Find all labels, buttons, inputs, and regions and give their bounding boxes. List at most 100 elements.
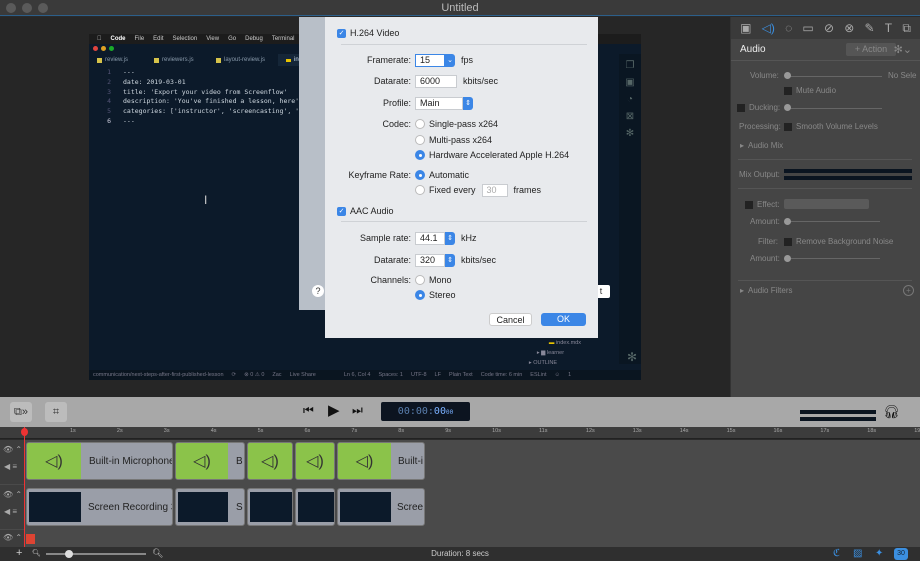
image-icon[interactable]: ▨ <box>853 548 862 559</box>
fps-badge[interactable]: 30 <box>894 548 908 560</box>
playhead[interactable] <box>24 427 25 547</box>
timer-icon[interactable]: ◌ <box>785 21 792 35</box>
timeline-tracks[interactable]: 👁︎ ⌃ ◀ ≡ 👁︎ ⌃ ◀ ≡ 👁︎ ⌃ ◁) Built-in Micropho… <box>0 440 920 547</box>
channels-mono-radio[interactable]: Mono <box>415 275 452 285</box>
smooth-volume-checkbox[interactable]: Smooth Volume Levels <box>784 122 878 131</box>
ruler-tick: 10s <box>492 428 501 434</box>
ruler-tick: 18s <box>867 428 877 434</box>
playhead-handle[interactable] <box>21 428 28 436</box>
framerate-row: Framerate: 15 ⌄ fps <box>366 53 474 67</box>
mute-audio-checkbox[interactable]: Mute Audio <box>784 86 836 95</box>
codec-multi-pass-radio[interactable]: Multi-pass x264 <box>415 135 492 145</box>
text-icon[interactable]: T <box>885 21 892 35</box>
visibility-eye-icon[interactable]: 👁︎ ⌃ <box>0 485 24 499</box>
annotation-icon[interactable]: ✎ <box>865 21 875 35</box>
ducking-checkbox[interactable]: Ducking: <box>737 103 780 112</box>
speaker-icon[interactable]: ◀ ≡ <box>0 499 24 516</box>
timecode-display: 00:00:0000 <box>381 402 470 421</box>
fast-forward-icon[interactable]: ⏭ <box>352 403 363 418</box>
visibility-eye-icon[interactable]: 👁︎ ⌃ <box>0 440 24 454</box>
amount2-label: Amount: <box>750 254 780 263</box>
video-clip[interactable] <box>247 488 293 526</box>
audio-clip[interactable]: ◁) B <box>175 442 245 480</box>
ruler-tick: 17s <box>820 428 830 434</box>
audio-wave-icon[interactable]: ✦ <box>875 548 883 559</box>
audio-mix-disclosure[interactable]: ▸ Audio Mix <box>740 141 783 150</box>
speaker-icon[interactable]: ◀ ≡ <box>0 454 24 471</box>
callout-icon[interactable]: ⊘ <box>824 21 834 35</box>
ruler-tick: 15s <box>726 428 736 434</box>
visibility-eye-icon[interactable]: 👁︎ ⌃ <box>0 530 24 542</box>
file-tree: ▬ index.mdx ▸ ▆ learner ▸ OUTLINE <box>528 340 581 366</box>
audio-datarate-select[interactable]: 320 ⇕ <box>415 253 455 267</box>
sample-rate-select[interactable]: 44.1 ⇕ <box>415 231 455 245</box>
play-icon[interactable]: ▶ <box>328 401 340 419</box>
codec-single-pass-radio[interactable]: Single-pass x264 <box>415 119 498 129</box>
keyframe-automatic-radio[interactable]: Automatic <box>415 170 469 180</box>
cancel-button[interactable]: Cancel <box>489 313 532 326</box>
datarate-input[interactable]: 6000 <box>415 74 457 88</box>
video-clip[interactable] <box>295 488 335 526</box>
keyframe-fixed-input[interactable]: 30 <box>481 183 508 197</box>
crop-button[interactable]: ⌗ <box>45 402 67 422</box>
tab-review-js: review.js <box>89 54 146 66</box>
rewind-icon[interactable]: ⏮ <box>303 403 314 418</box>
aac-audio-checkbox[interactable]: ✓ AAC Audio <box>337 206 394 216</box>
ruler-tick: 11s <box>539 428 548 434</box>
channels-row: Channels: Mono <box>370 275 452 285</box>
effect-checkbox[interactable]: Effect: <box>745 200 780 209</box>
updown-icon: ⇕ <box>463 96 473 110</box>
effect-amount-slider[interactable] <box>784 218 791 225</box>
media-library-button[interactable]: ⧉» <box>10 402 32 422</box>
add-filter-icon[interactable]: + <box>903 285 914 296</box>
ruler-tick: 1s <box>70 428 76 434</box>
ruler-tick: 12s <box>585 428 595 434</box>
audio-filters-disclosure[interactable]: ▸ Audio Filters <box>740 286 792 295</box>
snap-icon[interactable]: ℭ <box>833 548 840 559</box>
audio-clip[interactable]: ◁) Built-in Microphone <box>26 442 173 480</box>
audio-level-meter <box>800 410 876 424</box>
headphones-icon[interactable]: 🎧︎ <box>883 404 900 420</box>
volume-slider[interactable] <box>784 72 791 79</box>
action-button[interactable]: + Action <box>846 43 896 56</box>
ok-button[interactable]: OK <box>541 313 586 326</box>
audio-clip[interactable]: ◁) <box>247 442 293 480</box>
files-icon: ❐ <box>625 60 635 71</box>
remote-icon: ⊠ <box>625 111 635 122</box>
timeline-ruler[interactable]: 1s 2s 3s 4s 5s 6s 7s 8s 9s 10s 11s 12s 13s 14s 15s 16s 1… <box>0 427 920 439</box>
media-library-icon[interactable]: ⧉ <box>902 21 911 36</box>
updown-icon: ⇕ <box>445 231 455 245</box>
codec-hardware-radio[interactable]: Hardware Accelerated Apple H.264 <box>415 150 569 160</box>
tab-reviewers-js: reviewers.js <box>146 54 208 66</box>
effect-select[interactable] <box>784 199 869 209</box>
screen-icon[interactable]: ▭ <box>802 21 813 35</box>
remove-noise-checkbox[interactable]: Remove Background Noise <box>784 237 893 246</box>
vscode-statusbar: communication/next-steps-after-first-pub… <box>89 370 641 380</box>
video-inspector-icon[interactable]: ▣ <box>740 21 751 35</box>
keyframe-fixed-radio[interactable]: Fixed every <box>415 185 476 195</box>
inspector-tabs: ▣ ◁) ◌ ▭ ⊘ ⊗ ✎ T ⧉ <box>731 17 920 39</box>
gear-icon: ✻ <box>626 350 637 364</box>
framerate-combobox[interactable]: 15 ⌄ <box>415 53 455 67</box>
video-clip[interactable]: Screen Recording 3 <box>26 488 173 526</box>
video-clip[interactable]: S <box>175 488 245 526</box>
gear-icon[interactable]: ✻⌄ <box>894 43 912 56</box>
profile-select[interactable]: Main ⇕ <box>415 96 473 110</box>
audio-clip[interactable]: ◁) <box>295 442 335 480</box>
h264-video-checkbox[interactable]: ✓ H.264 Video <box>337 28 399 38</box>
status-bar: + 🔍︎ 🔍︎ Duration: 8 secs ℭ ▨ ✦ 30 <box>0 547 920 561</box>
filter-amount-slider[interactable] <box>784 255 791 262</box>
ruler-tick: 7s <box>351 428 358 434</box>
audio-clip[interactable]: ◁) Built-i <box>337 442 425 480</box>
video-thumbnail <box>298 492 334 522</box>
filter-label: Filter: <box>758 237 778 246</box>
video-clip[interactable]: Scree <box>337 488 425 526</box>
playhead-marker <box>26 534 35 544</box>
ducking-slider[interactable] <box>784 104 791 111</box>
audio-inspector-icon[interactable]: ◁) <box>762 21 775 35</box>
channels-stereo-radio[interactable]: Stereo <box>415 290 456 300</box>
video-thumbnail <box>29 492 81 522</box>
inspector-title: Audio <box>740 44 766 55</box>
help-button[interactable]: ? <box>312 285 324 297</box>
transitions-icon[interactable]: ⊗ <box>844 21 854 35</box>
